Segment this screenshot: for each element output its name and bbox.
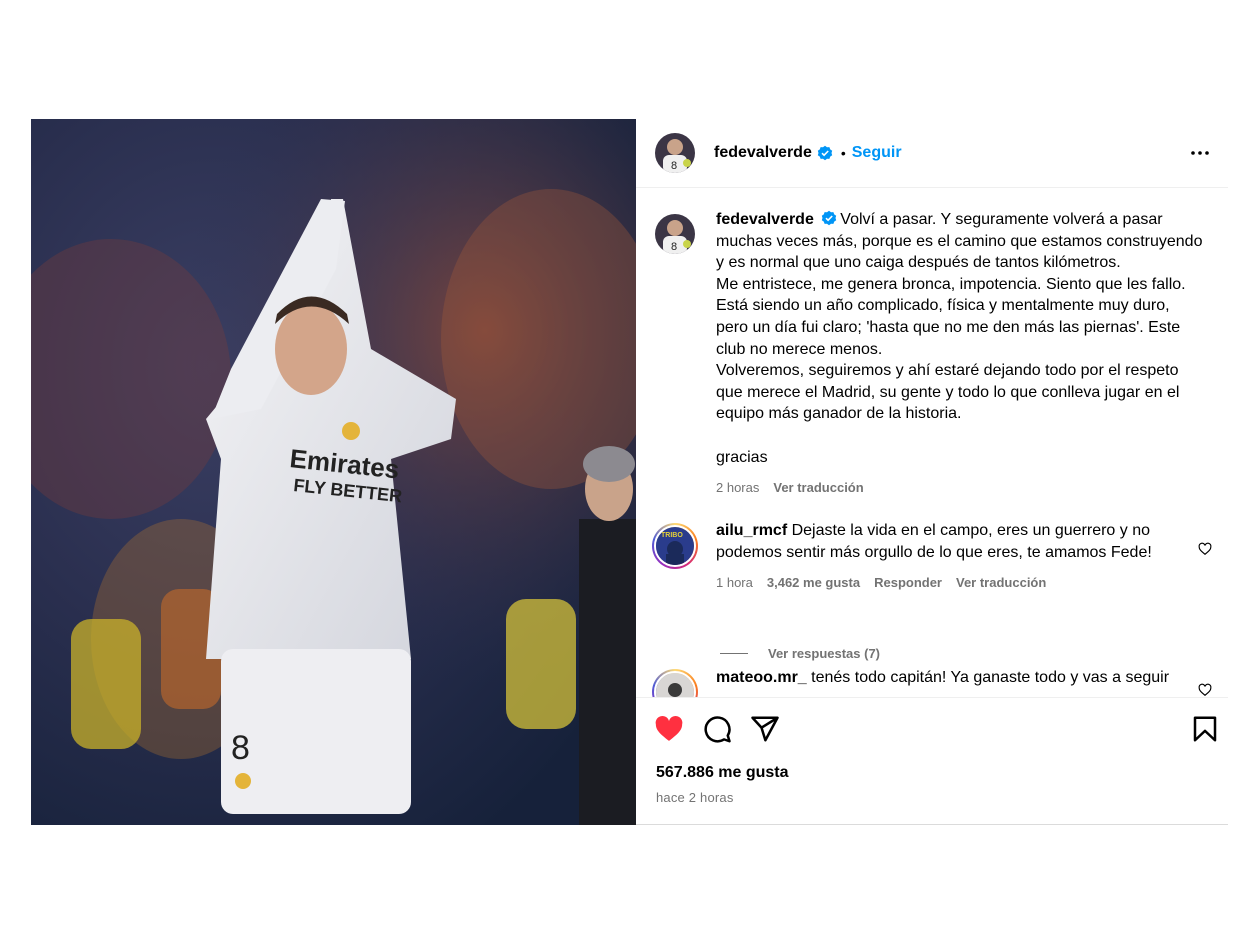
caption-time[interactable]: 2 horas bbox=[716, 480, 759, 495]
follow-button[interactable]: Seguir bbox=[852, 144, 902, 162]
comment-avatar[interactable]: TRIBO bbox=[652, 523, 698, 569]
comments-section[interactable]: 8 fedevalverde Volví a pasar. Y segurame… bbox=[636, 188, 1228, 697]
comment-username[interactable]: mateoo.mr_ bbox=[716, 669, 807, 686]
caption-closing: gracias bbox=[716, 448, 768, 466]
actions-bar: 567.886 me gusta hace 2 horas bbox=[636, 697, 1228, 825]
verified-badge-icon bbox=[821, 210, 837, 226]
comment-username[interactable]: ailu_rmcf bbox=[716, 522, 787, 539]
comment-translate-link[interactable]: Ver traducción bbox=[956, 575, 1046, 590]
caption-text: fedevalverde Volví a pasar. Y segurament… bbox=[716, 209, 1226, 468]
author-avatar[interactable]: 8 bbox=[655, 133, 695, 173]
caption-line: club no merece menos. bbox=[716, 340, 883, 358]
caption-line: pero un día fui claro; 'hasta que no me … bbox=[716, 318, 1181, 336]
player-photo: Emirates FLY BETTER 8 bbox=[31, 119, 636, 825]
comment-item: mateoo.mr_ tenés todo capitán! Ya ganast… bbox=[652, 669, 1206, 697]
comment-like-icon[interactable] bbox=[1198, 683, 1212, 697]
comment-text: ailu_rmcf Dejaste la vida en el campo, e… bbox=[716, 520, 1206, 563]
comment-line: podemos sentir más orgullo de lo que ere… bbox=[716, 543, 1152, 561]
svg-text:8: 8 bbox=[671, 241, 677, 253]
svg-text:TRIBO: TRIBO bbox=[661, 532, 683, 539]
comment-text: mateoo.mr_ tenés todo capitán! Ya ganast… bbox=[716, 667, 1206, 689]
author-username[interactable]: fedevalverde bbox=[714, 144, 812, 162]
comment-time[interactable]: 1 hora bbox=[716, 575, 753, 590]
caption-username[interactable]: fedevalverde bbox=[716, 211, 814, 228]
caption-meta: 2 horas Ver traducción bbox=[716, 480, 1226, 495]
comment-line: tenés todo capitán! Ya ganaste todo y va… bbox=[811, 669, 1170, 686]
view-replies-button[interactable]: Ver respuestas (7) bbox=[720, 646, 880, 661]
send-icon[interactable] bbox=[750, 714, 780, 744]
caption-translate-link[interactable]: Ver traducción bbox=[773, 480, 863, 495]
post-header: 8 fedevalverde • Seguir bbox=[636, 119, 1228, 188]
reply-button[interactable]: Responder bbox=[874, 575, 942, 590]
bookmark-icon[interactable] bbox=[1190, 714, 1220, 744]
caption-line: equipo más ganador de la historia. bbox=[716, 405, 962, 423]
separator-dot: • bbox=[840, 145, 846, 161]
post-panel: 8 fedevalverde • Seguir 8 fedevalverde V… bbox=[636, 119, 1228, 825]
comment-like-icon[interactable] bbox=[1198, 542, 1212, 556]
caption-entry: 8 fedevalverde Volví a pasar. Y segurame… bbox=[655, 210, 1226, 495]
comment-item: TRIBO ailu_rmcf Dejaste la vida en el ca… bbox=[652, 522, 1206, 590]
caption-line: Volví a pasar. Y seguramente volverá a p… bbox=[840, 211, 1163, 228]
comment-icon[interactable] bbox=[702, 714, 732, 744]
replies-divider bbox=[720, 653, 748, 654]
svg-text:8: 8 bbox=[231, 729, 250, 767]
post-time: hace 2 horas bbox=[656, 790, 734, 805]
heart-filled-icon[interactable] bbox=[654, 714, 684, 744]
post-container: Emirates FLY BETTER 8 8 fedevalverde • S… bbox=[31, 119, 1228, 825]
comment-line: Dejaste la vida en el campo, eres un gue… bbox=[791, 522, 1151, 539]
verified-badge-icon bbox=[817, 145, 833, 161]
caption-line: muchas veces más, porque es el camino qu… bbox=[716, 232, 1203, 250]
comment-meta: 1 hora 3,462 me gusta Responder Ver trad… bbox=[716, 575, 1206, 590]
comment-avatar[interactable] bbox=[652, 669, 698, 697]
svg-text:8: 8 bbox=[671, 160, 677, 172]
caption-line: y es normal que uno caiga después de tan… bbox=[716, 254, 1121, 272]
likes-count[interactable]: 567.886 me gusta bbox=[656, 764, 789, 782]
more-options-icon[interactable] bbox=[1188, 141, 1212, 165]
view-replies-label[interactable]: Ver respuestas (7) bbox=[768, 646, 880, 661]
comment-likes[interactable]: 3,462 me gusta bbox=[767, 575, 860, 590]
caption-line: Me entristece, me genera bronca, impoten… bbox=[716, 275, 1186, 293]
caption-line: que merece el Madrid, su gente y todo lo… bbox=[716, 383, 1180, 401]
caption-line: Volveremos, seguiremos y ahí estaré deja… bbox=[716, 362, 1179, 380]
caption-avatar[interactable]: 8 bbox=[655, 214, 695, 254]
post-image[interactable]: Emirates FLY BETTER 8 bbox=[31, 119, 636, 825]
caption-line: Está siendo un año complicado, física y … bbox=[716, 297, 1170, 315]
